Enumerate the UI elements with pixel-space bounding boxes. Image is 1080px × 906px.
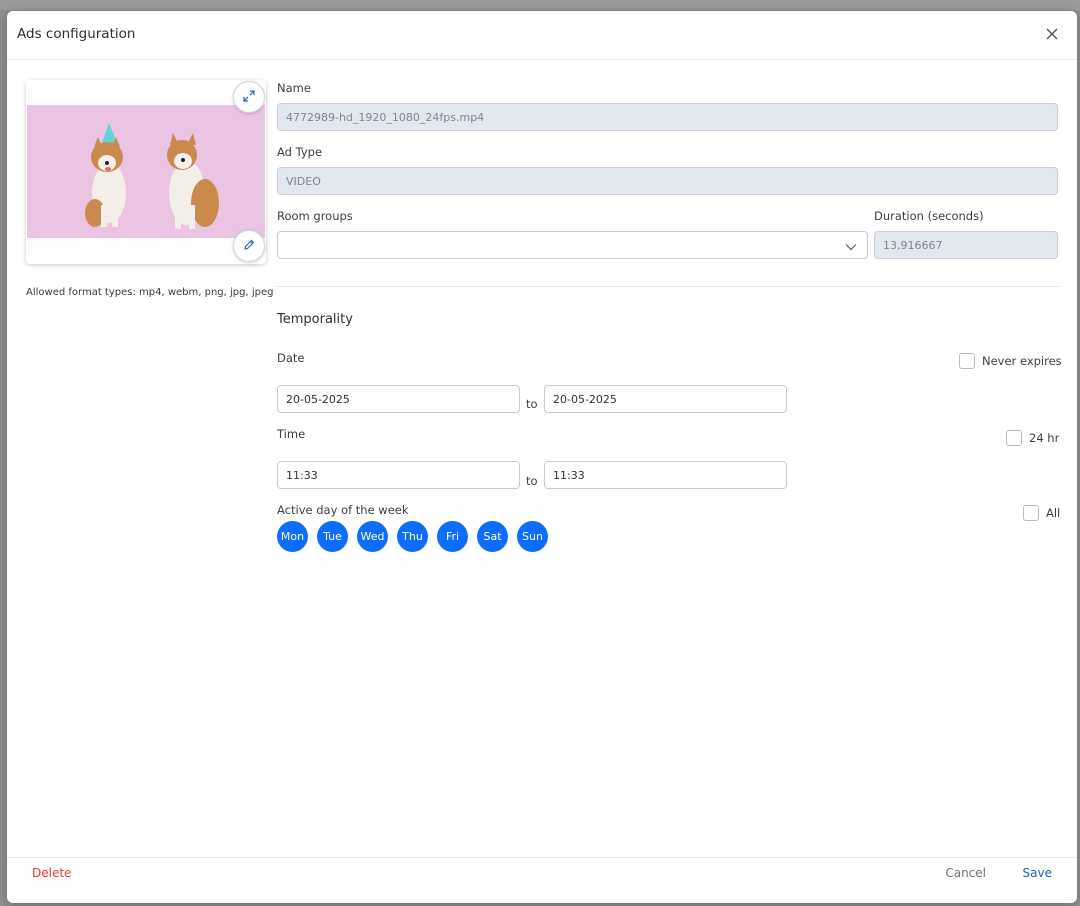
time-from-value: 11:33 <box>286 468 318 482</box>
all-days-toggle[interactable]: All <box>1023 505 1060 521</box>
active-days-label: Active day of the week <box>277 503 409 517</box>
time-to-input[interactable]: 11:33 <box>544 461 787 489</box>
backdrop <box>0 0 1080 10</box>
dialog-footer: Delete Cancel Save <box>7 857 1077 903</box>
time-to-value: 11:33 <box>553 468 585 482</box>
day-tue-button[interactable]: Tue <box>317 521 348 552</box>
temporality-title: Temporality <box>277 312 353 327</box>
ad-type-field[interactable]: VIDEO <box>277 167 1058 195</box>
time-label: Time <box>277 427 306 441</box>
time-from-input[interactable]: 11:33 <box>277 461 520 489</box>
date-from-value: 20-05-2025 <box>286 392 350 406</box>
duration-field[interactable]: 13,916667 <box>874 231 1058 259</box>
day-thu-button[interactable]: Thu <box>397 521 428 552</box>
room-groups-select[interactable] <box>277 231 868 259</box>
time-to-separator: to <box>526 474 538 488</box>
delete-button[interactable]: Delete <box>32 866 71 880</box>
24hr-toggle[interactable]: 24 hr <box>1006 430 1059 446</box>
duration-label: Duration (seconds) <box>874 209 984 223</box>
edit-media-button[interactable] <box>233 230 265 262</box>
expand-icon <box>242 88 256 107</box>
date-to-value: 20-05-2025 <box>553 392 617 406</box>
all-days-checkbox[interactable] <box>1023 505 1039 521</box>
weekday-selector: Mon Tue Wed Thu Fri Sat Sun <box>277 521 548 552</box>
never-expires-checkbox[interactable] <box>959 353 975 369</box>
date-to-input[interactable]: 20-05-2025 <box>544 385 787 413</box>
save-button[interactable]: Save <box>1023 866 1052 880</box>
date-label: Date <box>277 351 305 365</box>
date-to-separator: to <box>526 397 538 411</box>
date-from-input[interactable]: 20-05-2025 <box>277 385 520 413</box>
allowed-formats-hint: Allowed format types: mp4, webm, png, jp… <box>26 287 274 298</box>
pencil-icon <box>242 237 256 256</box>
name-field[interactable]: 4772989-hd_1920_1080_24fps.mp4 <box>277 103 1058 131</box>
close-icon[interactable] <box>1044 26 1060 42</box>
24hr-label: 24 hr <box>1029 431 1060 445</box>
day-sat-button[interactable]: Sat <box>477 521 508 552</box>
room-groups-label: Room groups <box>277 209 353 223</box>
day-sun-button[interactable]: Sun <box>517 521 548 552</box>
ads-configuration-dialog: Ads configuration Allowed format types: … <box>7 11 1077 903</box>
name-value: 4772989-hd_1920_1080_24fps.mp4 <box>286 110 485 124</box>
never-expires-toggle[interactable]: Never expires <box>959 353 1062 369</box>
day-fri-button[interactable]: Fri <box>437 521 468 552</box>
ad-type-value: VIDEO <box>286 174 321 188</box>
name-label: Name <box>277 81 311 95</box>
all-days-label: All <box>1046 506 1061 520</box>
duration-value: 13,916667 <box>883 238 943 252</box>
expand-preview-button[interactable] <box>233 81 265 113</box>
media-card <box>26 80 266 264</box>
never-expires-label: Never expires <box>982 354 1062 368</box>
24hr-checkbox[interactable] <box>1006 430 1022 446</box>
chevron-down-icon <box>845 241 857 254</box>
cancel-button[interactable]: Cancel <box>945 866 986 880</box>
day-mon-button[interactable]: Mon <box>277 521 308 552</box>
section-divider <box>277 286 1059 287</box>
day-wed-button[interactable]: Wed <box>357 521 388 552</box>
video-thumbnail[interactable] <box>27 105 265 238</box>
ad-type-label: Ad Type <box>277 145 323 159</box>
dialog-header: Ads configuration <box>7 11 1077 60</box>
dialog-title: Ads configuration <box>17 26 136 42</box>
